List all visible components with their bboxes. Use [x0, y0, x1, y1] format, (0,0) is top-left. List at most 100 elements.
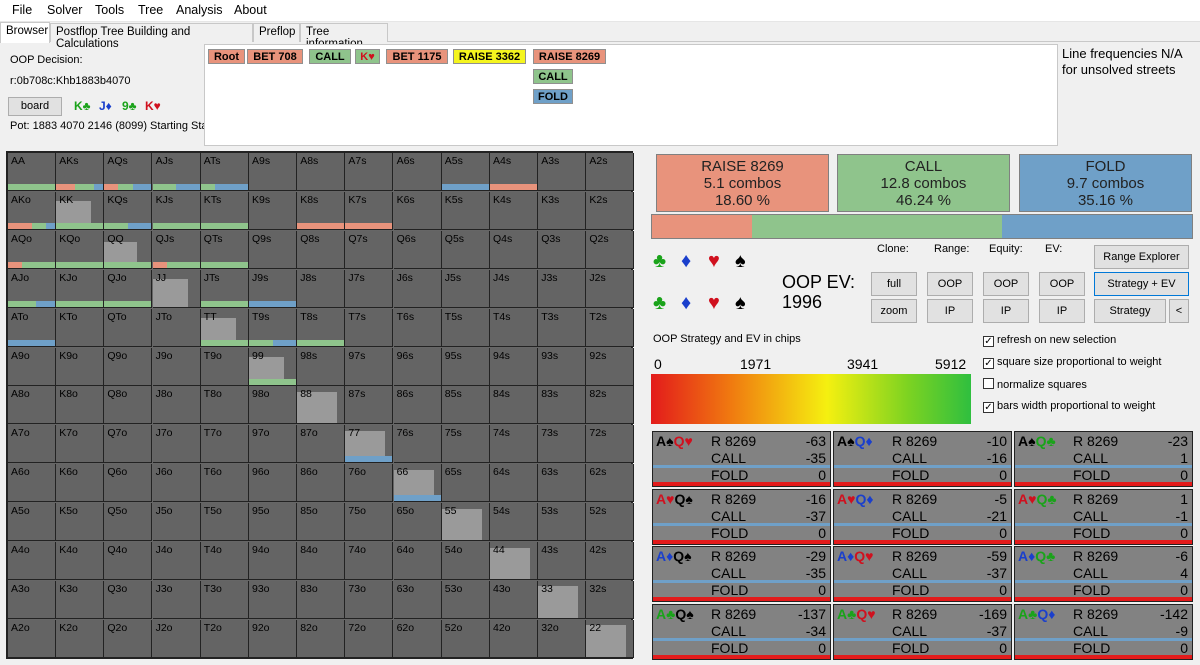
- grid-cell-84s[interactable]: 84s: [490, 386, 538, 425]
- grid-cell-K5o[interactable]: K5o: [56, 503, 105, 542]
- grid-cell-T3o[interactable]: T3o: [200, 580, 249, 619]
- grid-cell-42s[interactable]: 42s: [586, 542, 635, 580]
- grid-cell-J7s[interactable]: J7s: [345, 269, 394, 308]
- grid-cell-93o[interactable]: 93o: [249, 580, 297, 619]
- grid-cell-AJs[interactable]: AJs: [152, 153, 201, 191]
- grid-cell-T5s[interactable]: T5s: [441, 308, 490, 347]
- grid-cell-T8o[interactable]: T8o: [200, 386, 249, 425]
- tree-node-bet-1175[interactable]: BET 1175: [386, 49, 448, 64]
- grid-cell-A8s[interactable]: A8s: [297, 153, 346, 191]
- grid-cell-99[interactable]: 99: [249, 347, 297, 386]
- equity-ip-button[interactable]: IP: [983, 299, 1029, 323]
- hand-combo-card[interactable]: A♠Q♥ R 8269 -63 CALL -35 FOLD 0: [652, 431, 831, 487]
- hand-combo-card[interactable]: A♥Q♠ R 8269 -16 CALL -37 FOLD 0: [652, 488, 831, 545]
- grid-cell-Q3o[interactable]: Q3o: [104, 580, 153, 619]
- grid-cell-73s[interactable]: 73s: [538, 425, 587, 464]
- spade-suit-icon[interactable]: ♠: [735, 250, 746, 273]
- grid-cell-AA[interactable]: AA: [8, 153, 56, 191]
- grid-cell-K2o[interactable]: K2o: [56, 619, 105, 658]
- grid-cell-T7o[interactable]: T7o: [200, 425, 249, 464]
- range-ip-button[interactable]: IP: [927, 299, 973, 323]
- grid-cell-85s[interactable]: 85s: [441, 386, 490, 425]
- equity-oop-button[interactable]: OOP: [983, 272, 1029, 296]
- grid-cell-KTo[interactable]: KTo: [56, 308, 105, 347]
- grid-cell-96o[interactable]: 96o: [249, 464, 297, 503]
- grid-cell-J6o[interactable]: J6o: [152, 464, 201, 503]
- grid-cell-83o[interactable]: 83o: [297, 580, 346, 619]
- grid-cell-K7o[interactable]: K7o: [56, 425, 105, 464]
- grid-cell-J6s[interactable]: J6s: [393, 269, 442, 308]
- grid-cell-A7s[interactable]: A7s: [345, 153, 394, 191]
- bars-width-checkbox[interactable]: ✓ bars width proportional to weight: [983, 400, 1155, 413]
- grid-cell-94o[interactable]: 94o: [249, 542, 297, 580]
- grid-cell-T6o[interactable]: T6o: [200, 464, 249, 503]
- grid-cell-75o[interactable]: 75o: [345, 503, 394, 542]
- grid-cell-T2o[interactable]: T2o: [200, 619, 249, 658]
- grid-cell-A2o[interactable]: A2o: [8, 619, 56, 658]
- grid-cell-T9o[interactable]: T9o: [200, 347, 249, 386]
- grid-cell-QJo[interactable]: QJo: [104, 269, 153, 308]
- grid-cell-54s[interactable]: 54s: [490, 503, 538, 542]
- grid-cell-K9s[interactable]: K9s: [249, 191, 297, 230]
- grid-cell-T4o[interactable]: T4o: [200, 542, 249, 580]
- grid-cell-82o[interactable]: 82o: [297, 619, 346, 658]
- grid-cell-JTs[interactable]: JTs: [200, 269, 249, 308]
- grid-cell-T9s[interactable]: T9s: [249, 308, 297, 347]
- range-oop-button[interactable]: OOP: [927, 272, 973, 296]
- grid-cell-44[interactable]: 44: [490, 542, 538, 580]
- hand-combo-card[interactable]: A♦Q♠ R 8269 -29 CALL -35 FOLD 0: [652, 546, 831, 602]
- grid-cell-Q6s[interactable]: Q6s: [393, 230, 442, 269]
- grid-cell-66[interactable]: 66: [393, 464, 442, 503]
- grid-cell-96s[interactable]: 96s: [393, 347, 442, 386]
- grid-cell-32s[interactable]: 32s: [586, 580, 635, 619]
- normalize-checkbox[interactable]: normalize squares: [983, 378, 1087, 391]
- grid-cell-65s[interactable]: 65s: [441, 464, 490, 503]
- grid-cell-J2s[interactable]: J2s: [586, 269, 635, 308]
- grid-cell-JJ[interactable]: JJ: [152, 269, 201, 308]
- grid-cell-Q5s[interactable]: Q5s: [441, 230, 490, 269]
- grid-cell-77[interactable]: 77: [345, 425, 394, 464]
- menu-tools[interactable]: Tools: [95, 3, 124, 17]
- board-button[interactable]: board: [8, 97, 62, 116]
- tree-node-kh[interactable]: K♥: [355, 49, 380, 64]
- tree-node-raise-3362[interactable]: RAISE 3362: [453, 49, 526, 64]
- grid-cell-A5o[interactable]: A5o: [8, 503, 56, 542]
- hand-combo-card[interactable]: A♣Q♥ R 8269 -169 CALL -37 FOLD 0: [833, 603, 1012, 660]
- grid-cell-63s[interactable]: 63s: [538, 464, 587, 503]
- grid-cell-QJs[interactable]: QJs: [152, 230, 201, 269]
- grid-cell-KQs[interactable]: KQs: [104, 191, 153, 230]
- grid-cell-82s[interactable]: 82s: [586, 386, 635, 425]
- grid-cell-74o[interactable]: 74o: [345, 542, 394, 580]
- menu-analysis[interactable]: Analysis: [176, 3, 223, 17]
- grid-cell-KTs[interactable]: KTs: [200, 191, 249, 230]
- grid-cell-KJo[interactable]: KJo: [56, 269, 105, 308]
- grid-cell-K6o[interactable]: K6o: [56, 464, 105, 503]
- grid-cell-52s[interactable]: 52s: [586, 503, 635, 542]
- grid-cell-53s[interactable]: 53s: [538, 503, 587, 542]
- grid-cell-33[interactable]: 33: [538, 580, 587, 619]
- grid-cell-A2s[interactable]: A2s: [586, 153, 635, 191]
- grid-cell-J4s[interactable]: J4s: [490, 269, 538, 308]
- grid-cell-K6s[interactable]: K6s: [393, 191, 442, 230]
- grid-cell-K4s[interactable]: K4s: [490, 191, 538, 230]
- grid-cell-42o[interactable]: 42o: [490, 619, 538, 658]
- grid-cell-76o[interactable]: 76o: [345, 464, 394, 503]
- tree-node-root[interactable]: Root: [208, 49, 245, 64]
- grid-cell-AKs[interactable]: AKs: [56, 153, 105, 191]
- grid-cell-43o[interactable]: 43o: [490, 580, 538, 619]
- grid-cell-Q4o[interactable]: Q4o: [104, 542, 153, 580]
- grid-cell-54o[interactable]: 54o: [441, 542, 490, 580]
- grid-cell-A9o[interactable]: A9o: [8, 347, 56, 386]
- grid-cell-J9o[interactable]: J9o: [152, 347, 201, 386]
- grid-cell-J5o[interactable]: J5o: [152, 503, 201, 542]
- grid-cell-76s[interactable]: 76s: [393, 425, 442, 464]
- grid-cell-T2s[interactable]: T2s: [586, 308, 635, 347]
- grid-cell-75s[interactable]: 75s: [441, 425, 490, 464]
- grid-cell-KK[interactable]: KK: [56, 191, 105, 230]
- grid-cell-K4o[interactable]: K4o: [56, 542, 105, 580]
- grid-cell-A6o[interactable]: A6o: [8, 464, 56, 503]
- grid-cell-62o[interactable]: 62o: [393, 619, 442, 658]
- club-suit-icon-2[interactable]: ♣: [653, 292, 666, 315]
- grid-cell-88[interactable]: 88: [297, 386, 346, 425]
- grid-cell-Q5o[interactable]: Q5o: [104, 503, 153, 542]
